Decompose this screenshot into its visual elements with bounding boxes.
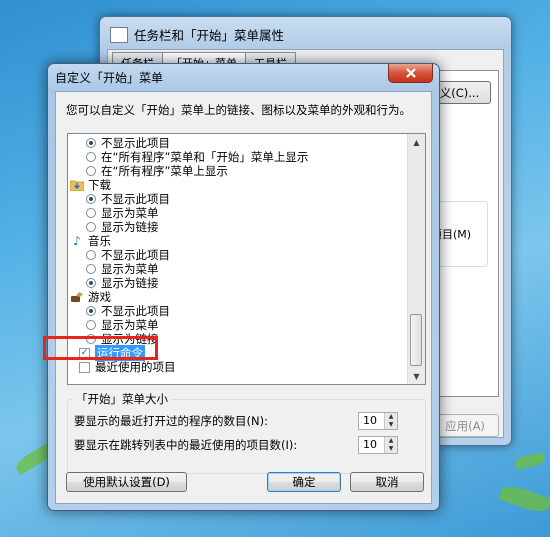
recent-programs-value[interactable]: 10 [363, 414, 377, 427]
bg-window-title: 任务栏和「开始」菜单属性 [110, 25, 284, 44]
list-item[interactable]: 不显示此项目 [86, 136, 170, 150]
spinner-buttons[interactable]: ▲ ▼ [384, 413, 397, 429]
annotation-highlight-box [43, 336, 158, 360]
close-button[interactable] [388, 64, 433, 83]
recent-programs-spinner[interactable]: 10 ▲ ▼ [358, 412, 398, 430]
list-item[interactable]: 在“所有程序”菜单和「开始」菜单上显示 [86, 150, 308, 164]
scroll-down-arrow-icon[interactable]: ▼ [409, 368, 424, 384]
radio-button[interactable] [86, 222, 96, 232]
cancel-button[interactable]: 取消 [350, 472, 424, 492]
list-item[interactable]: 显示为菜单 [86, 206, 159, 220]
desktop-leaf [498, 481, 550, 517]
use-default-settings-button[interactable]: 使用默认设置(D) [66, 472, 187, 492]
music-note-icon: ♪ [73, 234, 81, 248]
group-header-games: 游戏 [70, 290, 111, 304]
close-icon [405, 68, 416, 78]
jump-list-value[interactable]: 10 [363, 438, 377, 451]
list-scrollbar[interactable]: ▲ ▼ [407, 134, 425, 384]
radio-button[interactable] [86, 152, 96, 162]
bg-window-title-text: 任务栏和「开始」菜单属性 [134, 28, 285, 43]
recent-items-item[interactable]: 最近使用的项目 [79, 360, 176, 374]
group-header-music: ♪ 音乐 [70, 234, 111, 248]
dialog-client: 您可以自定义「开始」菜单上的链接、图标以及菜单的外观和行为。 不显示此项目 在“… [55, 91, 432, 504]
desktop-leaf [514, 452, 546, 470]
spin-down-icon[interactable]: ▼ [385, 421, 397, 429]
ok-button[interactable]: 确定 [267, 472, 341, 492]
spin-up-icon[interactable]: ▲ [385, 437, 397, 445]
start-menu-size-title: 「开始」菜单大小 [73, 391, 171, 407]
radio-button[interactable] [86, 264, 96, 274]
radio-button[interactable] [86, 166, 96, 176]
folder-icon [70, 179, 84, 192]
recent-items-checkbox[interactable] [79, 361, 90, 373]
list-item[interactable]: 不显示此项目 [86, 248, 170, 262]
list-item[interactable]: 显示为链接 [86, 220, 159, 234]
group-header-downloads: 下载 [70, 178, 111, 192]
recent-programs-label: 要显示的最近打开过的程序的数目(N): [74, 414, 268, 428]
window-icon [110, 26, 128, 43]
list-item[interactable]: 显示为链接 [86, 276, 159, 290]
games-icon [70, 291, 84, 304]
jump-list-label: 要显示在跳转列表中的最近使用的项目数(I): [74, 438, 298, 452]
dialog-description: 您可以自定义「开始」菜单上的链接、图标以及菜单的外观和行为。 [66, 103, 411, 117]
jump-list-spinner[interactable]: 10 ▲ ▼ [358, 436, 398, 454]
scroll-thumb[interactable] [410, 314, 422, 366]
radio-button[interactable] [86, 138, 96, 148]
spin-down-icon[interactable]: ▼ [385, 445, 397, 453]
recent-items-label: 最近使用的项目 [95, 360, 176, 374]
scroll-up-arrow-icon[interactable]: ▲ [409, 134, 424, 150]
radio-button[interactable] [86, 208, 96, 218]
list-item[interactable]: 显示为菜单 [86, 262, 159, 276]
dialog-title: 自定义「开始」菜单 [55, 71, 164, 85]
list-item[interactable]: 不显示此项目 [86, 304, 170, 318]
radio-button[interactable] [86, 278, 96, 288]
list-item[interactable]: 在“所有程序”菜单上显示 [86, 164, 228, 178]
apply-button[interactable]: 应用(A) [431, 414, 499, 437]
list-item[interactable]: 不显示此项目 [86, 192, 170, 206]
spinner-buttons[interactable]: ▲ ▼ [384, 437, 397, 453]
radio-button[interactable] [86, 250, 96, 260]
radio-button[interactable] [86, 306, 96, 316]
option-label: 在“所有程序”菜单上显示 [101, 164, 228, 178]
spin-up-icon[interactable]: ▲ [385, 413, 397, 421]
customize-start-menu-dialog: 自定义「开始」菜单 您可以自定义「开始」菜单上的链接、图标以及菜单的外观和行为。… [47, 63, 440, 511]
radio-button[interactable] [86, 194, 96, 204]
list-item[interactable]: 显示为菜单 [86, 318, 159, 332]
radio-button[interactable] [86, 320, 96, 330]
